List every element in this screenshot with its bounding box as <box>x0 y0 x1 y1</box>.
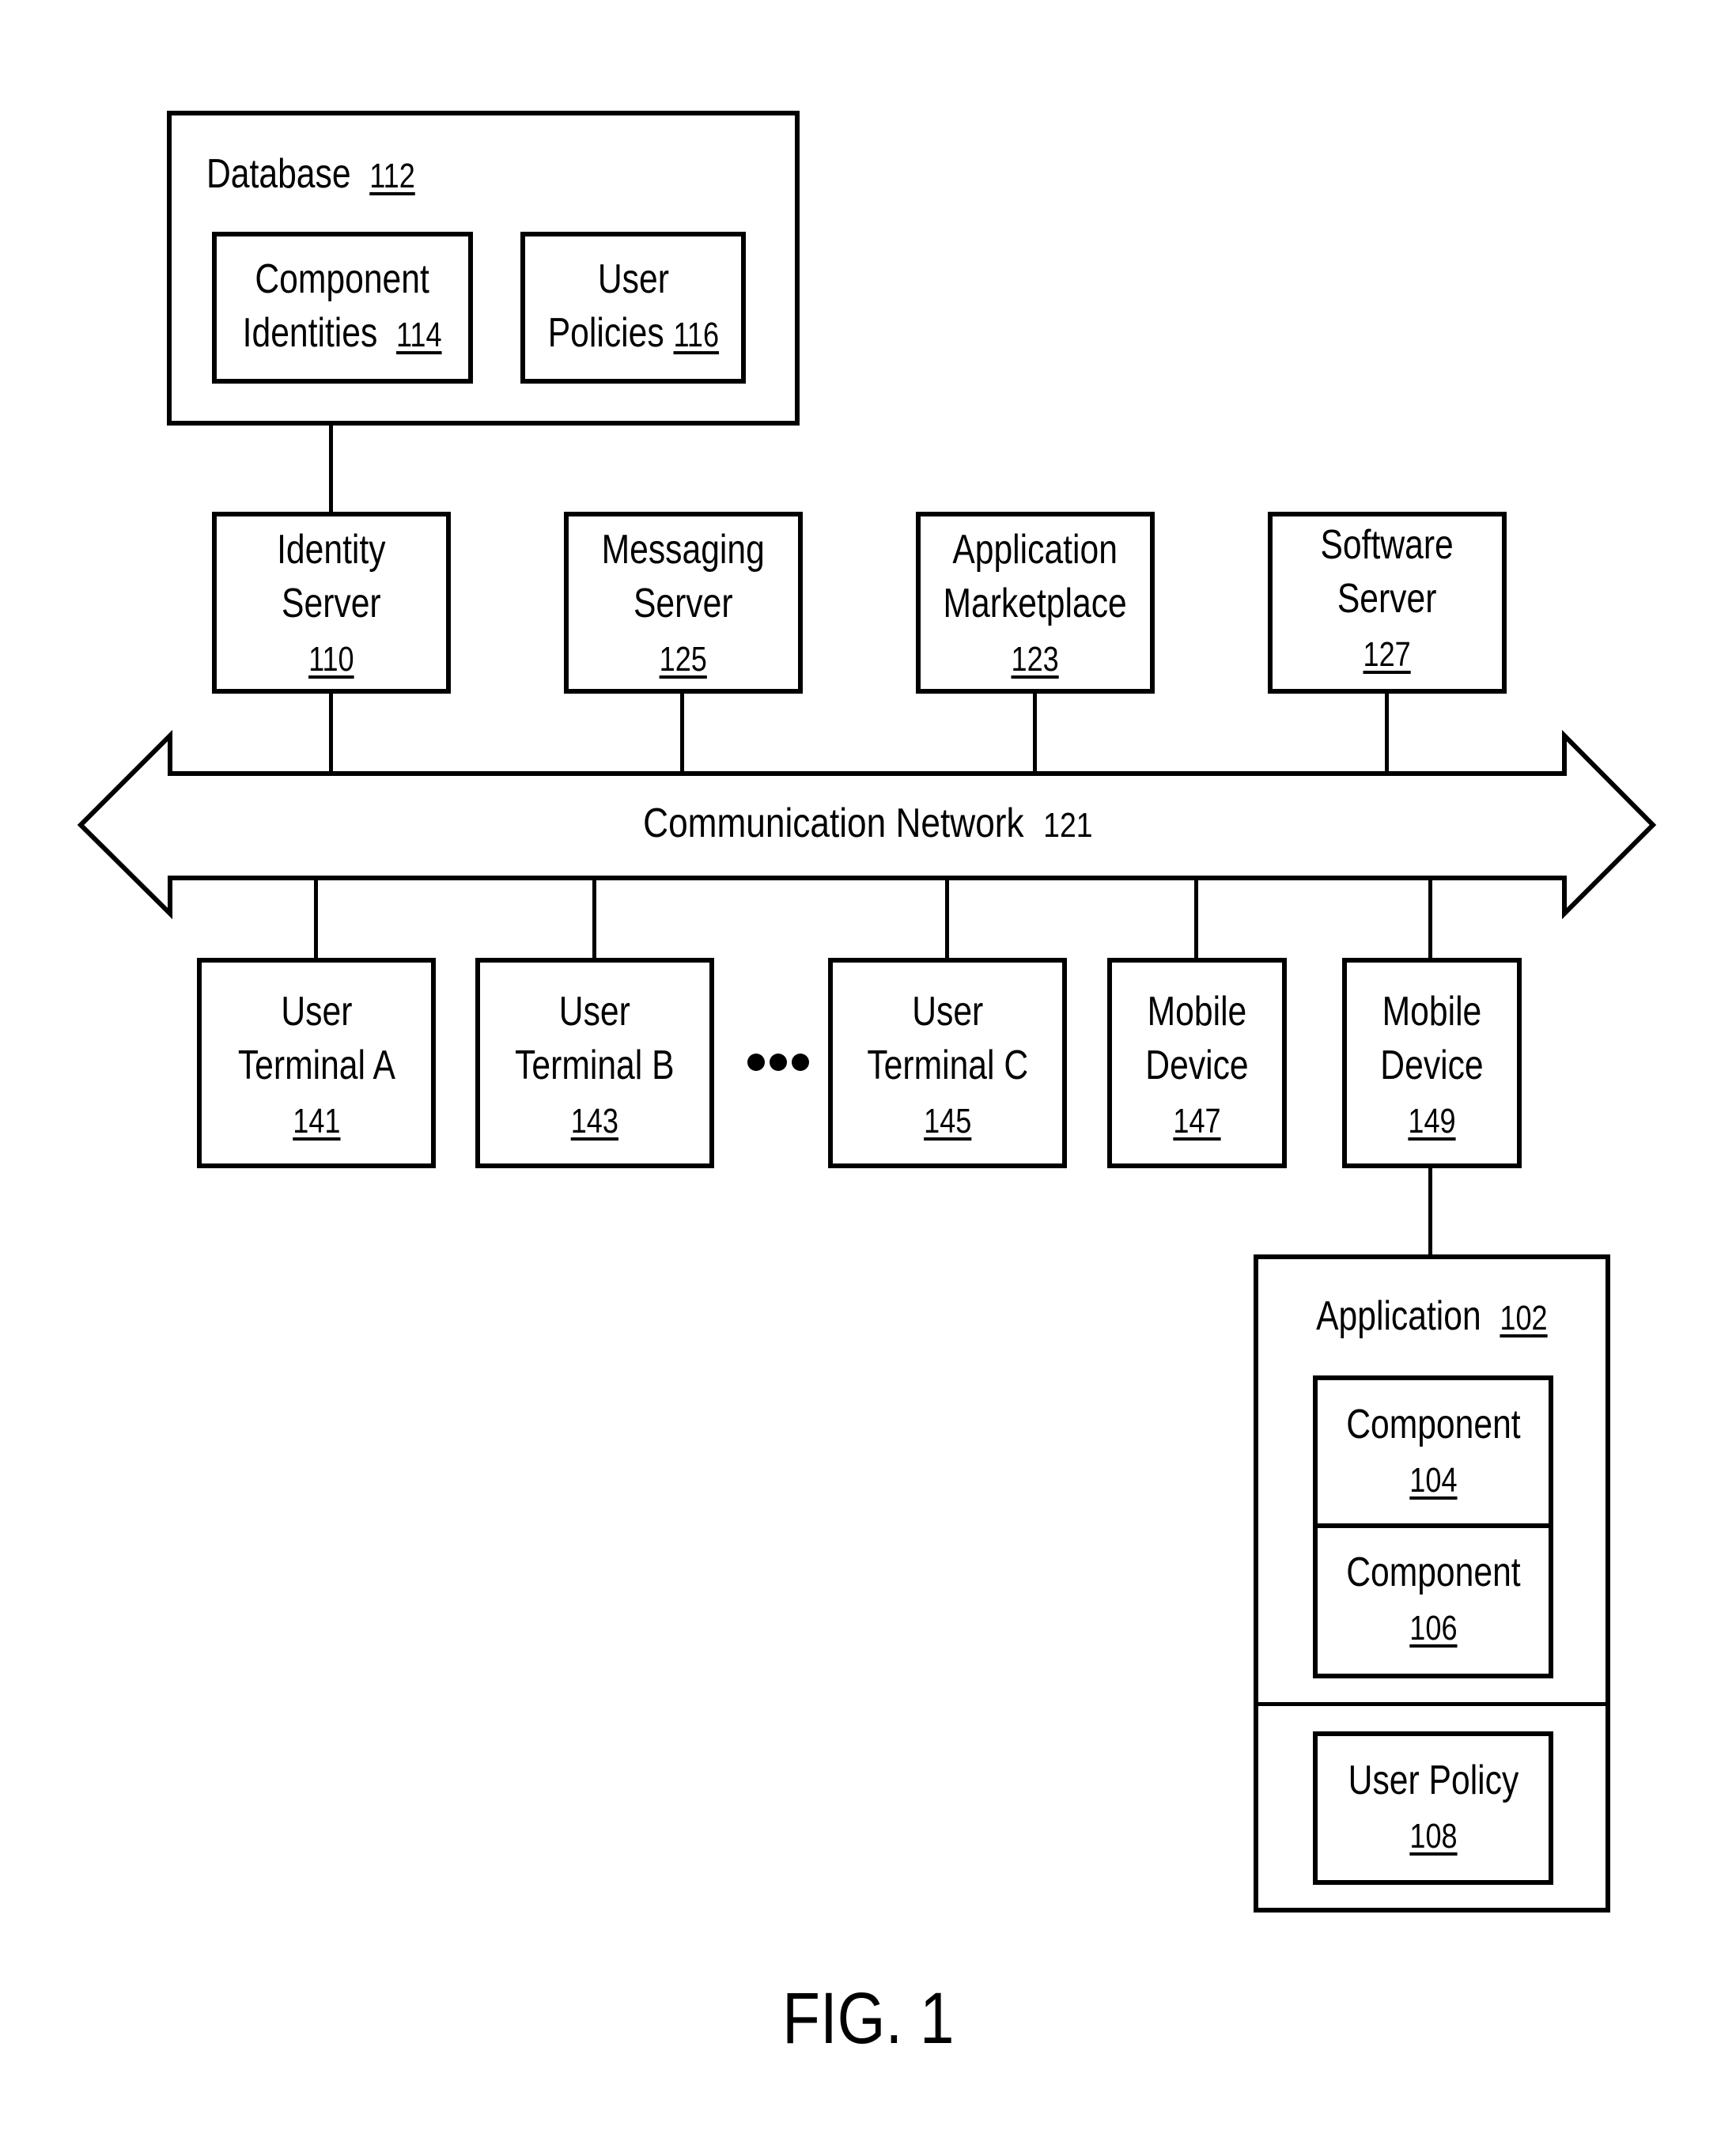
identity-server-line1: Identity <box>277 527 386 573</box>
identity-server-box: Identity Server 110 <box>212 512 451 694</box>
component-106-label: Component 106 <box>1318 1546 1549 1655</box>
database-box: Database 112 Component Identities 114 Us… <box>167 111 800 426</box>
user-policies-label: User Policies 116 <box>525 252 741 362</box>
software-server-line2: Server <box>1337 576 1437 622</box>
ellipsis-dot <box>770 1054 787 1071</box>
user-terminal-b-ref: 143 <box>570 1102 619 1141</box>
user-terminal-b-label: User Terminal B 143 <box>480 985 709 1148</box>
wire-network-mobile-147 <box>1194 878 1198 959</box>
mobile-device-149-label: Mobile Device 149 <box>1347 985 1517 1148</box>
user-terminal-a-label: User Terminal A 141 <box>202 985 431 1148</box>
application-title: Application 102 <box>1258 1289 1606 1345</box>
application-ref: 102 <box>1500 1299 1548 1337</box>
software-server-line1: Software <box>1320 522 1454 568</box>
wire-network-terminal-a <box>314 878 318 959</box>
software-server-box: Software Server 127 <box>1268 512 1507 694</box>
user-terminal-a-line1: User <box>280 989 353 1035</box>
wire-network-terminal-b <box>592 878 596 959</box>
messaging-server-line1: Messaging <box>601 527 766 573</box>
component-identities-label: Component Identities 114 <box>217 252 468 362</box>
wire-marketplace-network <box>1033 692 1037 774</box>
messaging-server-label: Messaging Server 125 <box>569 523 798 687</box>
user-terminal-c-box: User Terminal C 145 <box>828 958 1067 1168</box>
user-terminal-c-ref: 145 <box>923 1102 972 1141</box>
component-104-ref: 104 <box>1409 1461 1458 1500</box>
component-106-ref: 106 <box>1409 1609 1458 1648</box>
wire-database-identity <box>329 425 333 513</box>
user-policies-line1: User <box>597 256 669 302</box>
user-policy-108-text: User Policy <box>1348 1757 1519 1803</box>
network-label-text: Communication Network <box>643 800 1024 846</box>
wire-software-network <box>1385 692 1389 774</box>
user-policies-line2: Policies <box>547 310 664 356</box>
wire-network-terminal-c <box>945 878 949 959</box>
identity-server-label: Identity Server 110 <box>217 523 446 687</box>
database-ref: 112 <box>369 157 415 195</box>
user-terminal-a-ref: 141 <box>292 1102 341 1141</box>
software-server-label: Software Server 127 <box>1273 518 1502 682</box>
user-terminal-b-box: User Terminal B 143 <box>475 958 714 1168</box>
wire-messaging-network <box>680 692 684 774</box>
messaging-server-box: Messaging Server 125 <box>564 512 803 694</box>
application-marketplace-label: Application Marketplace 123 <box>921 523 1150 687</box>
identity-server-line2: Server <box>282 581 381 626</box>
application-title-text: Application <box>1316 1293 1481 1339</box>
user-terminal-b-line1: User <box>558 989 631 1035</box>
ellipsis-dot <box>792 1054 809 1071</box>
user-policy-108-label: User Policy 108 <box>1318 1754 1549 1863</box>
ellipsis-dot <box>747 1054 765 1071</box>
component-identities-box: Component Identities 114 <box>212 232 473 384</box>
identity-server-ref: 110 <box>308 640 354 679</box>
application-box: Application 102 Component 104 Component … <box>1254 1254 1610 1913</box>
user-terminal-a-box: User Terminal A 141 <box>197 958 436 1168</box>
component-104-box: Component 104 <box>1313 1375 1553 1528</box>
wire-mobile-149-application <box>1428 1167 1432 1256</box>
mobile-device-147-line2: Device <box>1145 1042 1249 1088</box>
application-marketplace-line2: Marketplace <box>943 581 1128 626</box>
user-terminal-b-line2: Terminal B <box>515 1042 675 1088</box>
user-terminal-c-line1: User <box>911 989 984 1035</box>
software-server-ref: 127 <box>1363 635 1412 674</box>
component-104-text: Component <box>1345 1402 1521 1447</box>
database-title-text: Database <box>206 151 351 197</box>
component-identities-line2: Identities <box>243 310 378 356</box>
mobile-device-149-line1: Mobile <box>1382 989 1482 1035</box>
application-marketplace-line1: Application <box>952 527 1118 573</box>
mobile-device-149-line2: Device <box>1380 1042 1484 1088</box>
system-diagram: Communication Network 121 Database 112 C… <box>0 0 1736 2149</box>
mobile-device-147-line1: Mobile <box>1147 989 1247 1035</box>
user-terminal-c-label: User Terminal C 145 <box>833 985 1062 1148</box>
user-terminal-c-line2: Terminal C <box>867 1042 1028 1088</box>
component-identities-ref: 114 <box>396 316 442 354</box>
figure-caption: FIG. 1 <box>0 1977 1736 2060</box>
mobile-device-149-ref: 149 <box>1408 1102 1456 1141</box>
component-106-text: Component <box>1345 1549 1521 1595</box>
figure-caption-text: FIG. 1 <box>781 1978 955 2059</box>
application-divider <box>1258 1702 1606 1706</box>
messaging-server-line2: Server <box>634 581 733 626</box>
user-policy-108-box: User Policy 108 <box>1313 1731 1553 1885</box>
network-label: Communication Network 121 <box>0 796 1736 853</box>
messaging-server-ref: 125 <box>659 640 708 679</box>
user-policy-108-ref: 108 <box>1409 1817 1458 1856</box>
component-identities-line1: Component <box>255 256 430 302</box>
user-policies-box: User Policies 116 <box>520 232 746 384</box>
wire-identity-network <box>329 692 333 774</box>
user-terminal-a-line2: Terminal A <box>237 1042 395 1088</box>
mobile-device-149-box: Mobile Device 149 <box>1342 958 1522 1168</box>
mobile-device-147-ref: 147 <box>1173 1102 1221 1141</box>
mobile-device-147-label: Mobile Device 147 <box>1112 985 1282 1148</box>
wire-network-mobile-149 <box>1428 878 1432 959</box>
component-106-box: Component 106 <box>1313 1523 1553 1678</box>
database-title: Database 112 <box>206 147 795 203</box>
network-ref: 121 <box>1043 806 1093 845</box>
application-marketplace-box: Application Marketplace 123 <box>916 512 1155 694</box>
mobile-device-147-box: Mobile Device 147 <box>1107 958 1287 1168</box>
user-policies-ref: 116 <box>673 316 719 354</box>
component-104-label: Component 104 <box>1318 1398 1549 1508</box>
application-marketplace-ref: 123 <box>1011 640 1060 679</box>
